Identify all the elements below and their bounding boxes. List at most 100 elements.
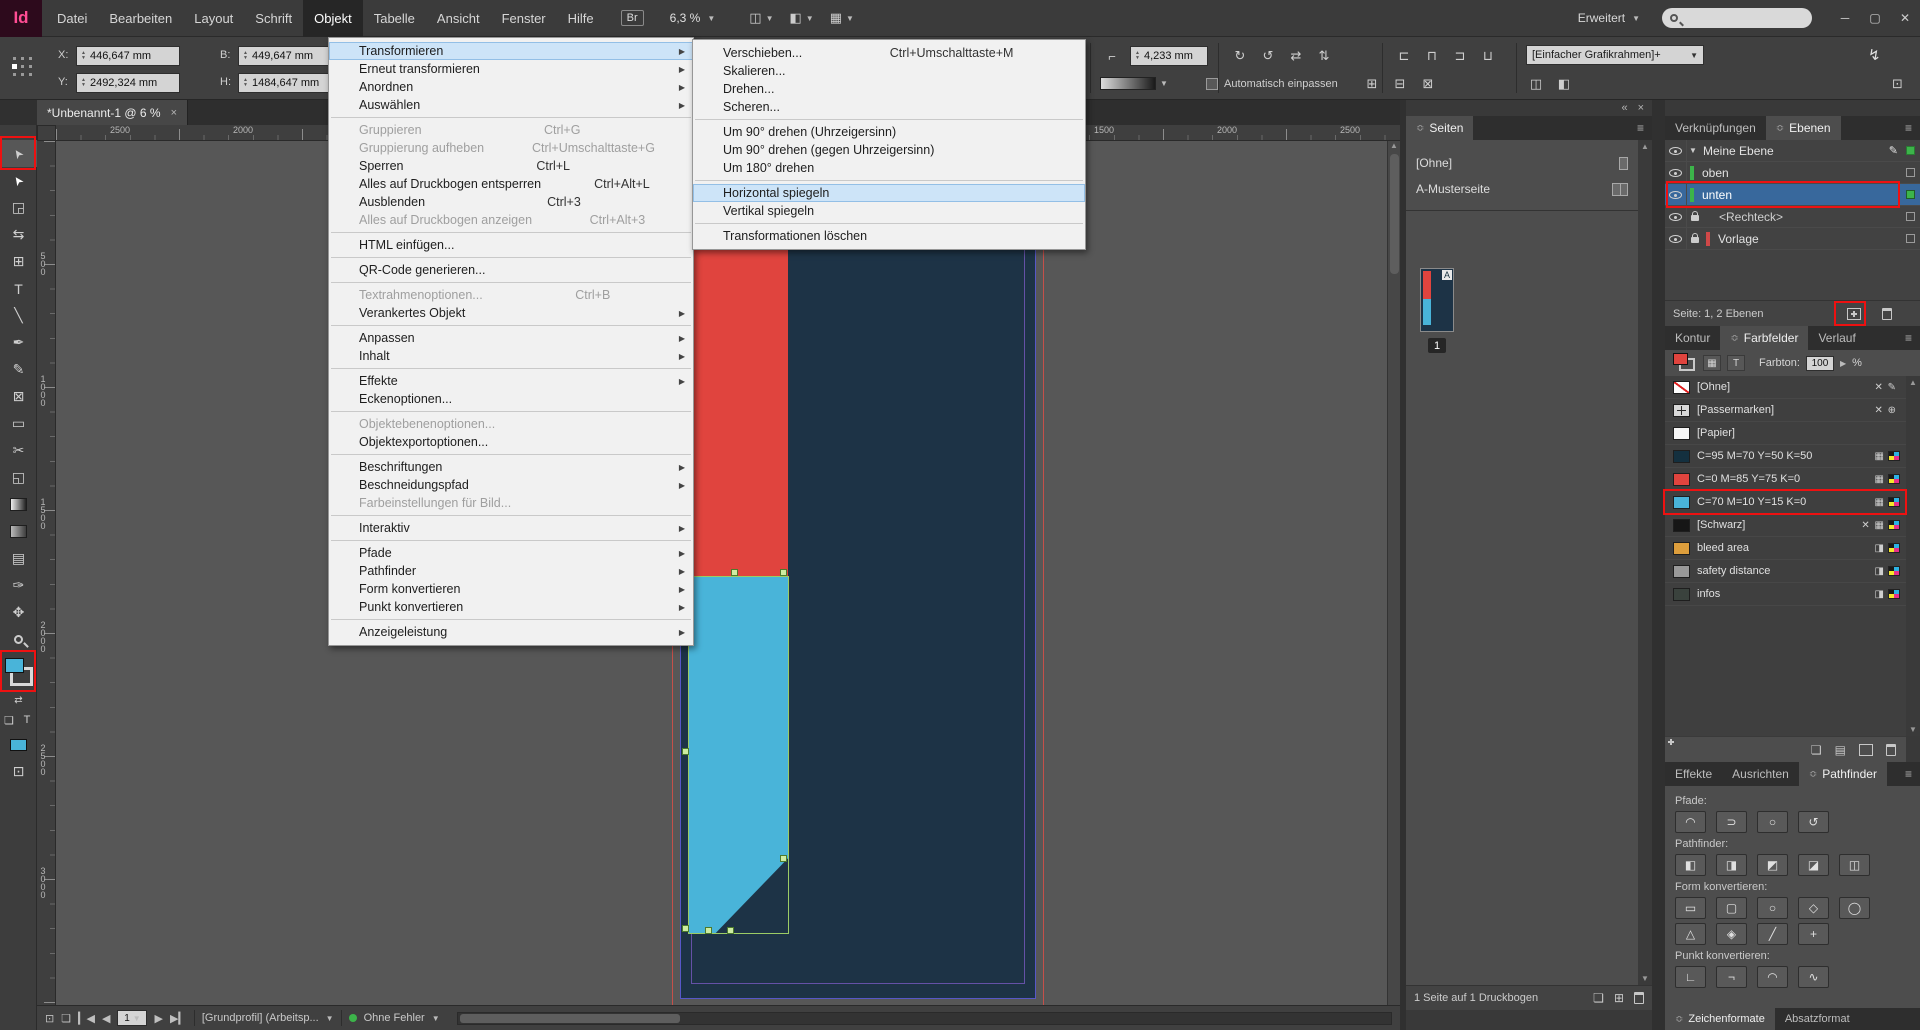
tab-kontur[interactable]: Kontur xyxy=(1665,326,1720,350)
Meine Ebene[interactable]: ▼ Meine Ebene ✎ xyxy=(1665,140,1920,162)
formatting-affects-text-button[interactable]: T xyxy=(18,709,36,731)
tab-seiten[interactable]: ≎ Seiten xyxy=(1406,116,1473,140)
pages-panel-scrollbar[interactable]: ▲ ▼ xyxy=(1638,140,1652,985)
close-button[interactable]: ✕ xyxy=(1890,0,1920,37)
selection-handle[interactable] xyxy=(682,748,689,755)
close-path-button[interactable]: ○ xyxy=(1757,811,1788,833)
tab-verknuepfungen[interactable]: Verknüpfungen xyxy=(1665,116,1766,140)
fill-stroke-proxy-icon[interactable] xyxy=(1673,353,1697,373)
width-field[interactable]: ▲▼ 449,647 mm xyxy=(238,46,342,66)
scroll-up-icon[interactable]: ▲ xyxy=(1390,141,1398,150)
page-number-badge[interactable]: 1 xyxy=(1428,338,1446,353)
menu-item[interactable]: Sperren Ctrl+L ▶ xyxy=(329,157,693,175)
menu-item[interactable]: Beschriftungen ▶ xyxy=(329,458,693,476)
search-input[interactable] xyxy=(1684,12,1804,24)
menu-item[interactable]: Horizontal spiegeln xyxy=(693,184,1085,202)
stroke-type-preview[interactable] xyxy=(1100,77,1156,90)
close-panel-icon[interactable]: × xyxy=(1638,102,1644,114)
menu-item[interactable]: Verschieben... Ctrl+Umschalttaste+M xyxy=(693,44,1085,62)
menu-item[interactable]: HTML einfügen... ▶ xyxy=(329,236,693,254)
rotate-90-cw-button[interactable]: ↻ xyxy=(1228,46,1252,66)
tab-farbfelder[interactable]: ≎ Farbfelder xyxy=(1720,326,1808,350)
rectangle-frame-tool[interactable]: ⊠ xyxy=(0,383,37,410)
menu-item[interactable]: ▶ xyxy=(329,616,693,623)
menubar-item[interactable]: Hilfe xyxy=(557,0,605,37)
menu-item[interactable]: Skalieren... xyxy=(693,62,1085,80)
visibility-toggle[interactable] xyxy=(1665,228,1687,250)
flip-vertical-button[interactable]: ⇅ xyxy=(1312,46,1336,66)
corner-radius-field[interactable]: ▲▼ 4,233 mm xyxy=(1130,46,1208,66)
menu-item[interactable]: Transformieren ▶ xyxy=(329,42,693,60)
menu-item[interactable]: Scheren... xyxy=(693,98,1085,116)
tint-value-field[interactable]: 100 xyxy=(1806,356,1834,371)
convert-plus-button[interactable]: + xyxy=(1798,923,1829,945)
formatting-text-icon[interactable]: T xyxy=(1727,355,1745,371)
flip-horizontal-button[interactable]: ⇄ xyxy=(1284,46,1308,66)
last-page-icon[interactable]: ▶▎ xyxy=(170,1012,187,1025)
center-content-button[interactable]: ⊠ xyxy=(1416,74,1440,94)
type-tool[interactable]: T xyxy=(0,275,37,302)
menu-item[interactable]: ▶ xyxy=(329,322,693,329)
tab-ebenen[interactable]: ≎ Ebenen xyxy=(1766,116,1841,140)
visibility-toggle[interactable] xyxy=(1665,206,1687,228)
reference-point-proxy[interactable] xyxy=(10,54,34,78)
collapse-panel-icon[interactable]: « xyxy=(1621,102,1627,114)
convert-rectangle-button[interactable]: ▭ xyxy=(1675,897,1706,919)
align-left-button[interactable]: ⊏ xyxy=(1392,46,1416,66)
wrap-around-button[interactable]: ◧ xyxy=(1552,74,1576,94)
menu-item[interactable]: Um 90° drehen (gegen Uhrzeigersinn) xyxy=(693,141,1085,159)
menu-item[interactable]: Um 90° drehen (Uhrzeigersinn) xyxy=(693,123,1085,141)
spread-view-icon[interactable]: ❏ xyxy=(1593,991,1604,1005)
selection-handle[interactable] xyxy=(731,569,738,576)
open-path-button[interactable]: ⊃ xyxy=(1716,811,1747,833)
menu-item[interactable]: Effekte ▶ xyxy=(329,372,693,390)
visibility-toggle[interactable] xyxy=(1665,162,1687,184)
tab-ausrichten[interactable]: Ausrichten xyxy=(1722,762,1799,786)
menu-item[interactable]: Beschneidungspfad ▶ xyxy=(329,476,693,494)
autofit-checkbox[interactable] xyxy=(1206,78,1218,90)
selection-indicator[interactable] xyxy=(1906,234,1915,243)
menu-item[interactable]: ▶ xyxy=(329,537,693,544)
selection-handle[interactable] xyxy=(780,855,787,862)
free-transform-tool[interactable]: ◱ xyxy=(0,464,37,491)
menu-item[interactable]: Gruppieren Ctrl+G ▶ xyxy=(329,121,693,139)
menu-item[interactable]: Eckenoptionen... ▶ xyxy=(329,390,693,408)
tab-effekte[interactable]: Effekte xyxy=(1665,762,1722,786)
hand-tool[interactable]: ✥ xyxy=(0,599,37,626)
menubar-item[interactable]: Datei xyxy=(46,0,98,37)
menu-item[interactable]: Alles auf Druckbogen entsperren Ctrl+Alt… xyxy=(329,175,693,193)
[Papier][interactable]: [Papier] xyxy=(1665,422,1906,445)
horizontal-scrollbar[interactable] xyxy=(457,1012,1392,1025)
convert-diamond-button[interactable]: ◇ xyxy=(1798,897,1829,919)
add-button[interactable]: ◧ xyxy=(1675,854,1706,876)
panel-menu-icon[interactable]: ≡ xyxy=(1629,116,1652,140)
menu-item[interactable]: Punkt konvertieren ▶ xyxy=(329,598,693,616)
new-color-group-icon[interactable]: ❏ xyxy=(1811,743,1822,757)
[Passermarken][interactable]: [Passermarken] ✕ ⊕ xyxy=(1665,399,1906,422)
selection-indicator[interactable] xyxy=(1906,212,1915,221)
corner-point-button[interactable]: ¬ xyxy=(1716,966,1747,988)
gap-tool[interactable]: ⇆ xyxy=(0,221,37,248)
align-center-button[interactable]: ⊓ xyxy=(1420,46,1444,66)
swatches-scrollbar[interactable]: ▲ ▼ xyxy=(1906,376,1920,736)
[Ohne][interactable]: [Ohne] ✕ ✎ xyxy=(1665,376,1906,399)
lock-toggle[interactable] xyxy=(1687,212,1703,221)
bleed area[interactable]: bleed area ◨ xyxy=(1665,537,1906,560)
scroll-down-icon[interactable]: ▼ xyxy=(1909,725,1917,734)
menu-item[interactable]: Textrahmenoptionen... Ctrl+B ▶ xyxy=(329,286,693,304)
menu-item[interactable]: Pathfinder ▶ xyxy=(329,562,693,580)
canvas-vertical-scrollbar[interactable]: ▲ xyxy=(1387,141,1400,1005)
screen-mode-button[interactable]: ⊡ xyxy=(0,758,37,785)
rotate-90-ccw-button[interactable]: ↺ xyxy=(1256,46,1280,66)
menu-item[interactable]: Gruppierung aufheben Ctrl+Umschalttaste+… xyxy=(329,139,693,157)
menu-item[interactable]: Objektebenenoptionen... ▶ xyxy=(329,415,693,433)
zoom-tool[interactable] xyxy=(0,626,37,653)
height-field[interactable]: ▲▼ 1484,647 mm xyxy=(238,73,342,93)
selection-handle[interactable] xyxy=(682,925,689,932)
menu-item[interactable]: Anpassen ▶ xyxy=(329,329,693,347)
tint-slider-arrow-icon[interactable]: ▶ xyxy=(1840,359,1846,368)
visibility-toggle[interactable] xyxy=(1665,184,1687,206)
menubar-item[interactable]: Tabelle xyxy=(363,0,426,37)
first-page-icon[interactable]: ▎◀ xyxy=(78,1012,95,1025)
C=0 M=85 Y=75 K=0[interactable]: C=0 M=85 Y=75 K=0 ▦ xyxy=(1665,468,1906,491)
